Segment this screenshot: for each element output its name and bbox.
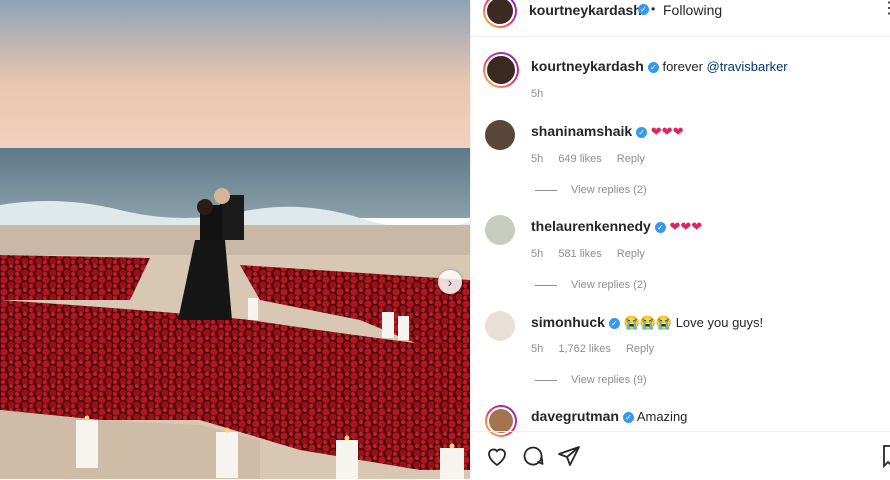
post-detail-panel: kourtneykardash ✓ • Following ⋮ kourtney… bbox=[470, 0, 890, 479]
comment-time: 5h bbox=[531, 153, 544, 165]
caption-time: 5h bbox=[531, 88, 544, 100]
comment-likes[interactable]: 649 likes bbox=[558, 153, 601, 165]
avatar[interactable] bbox=[483, 0, 517, 28]
avatar[interactable] bbox=[483, 52, 519, 88]
reply-button[interactable]: Reply bbox=[626, 343, 654, 355]
comment-icon[interactable] bbox=[521, 444, 545, 468]
comment-meta: 5h 581 likes Reply bbox=[531, 248, 657, 260]
comment-meta: 5h 649 likes Reply bbox=[531, 153, 657, 165]
comment-username[interactable]: simonhuck bbox=[531, 314, 605, 330]
separator: • bbox=[651, 2, 656, 16]
divider bbox=[535, 284, 557, 286]
comment-username[interactable]: thelaurenkennedy bbox=[531, 218, 651, 234]
next-photo-button[interactable]: › bbox=[438, 270, 462, 294]
verified-icon: ✓ bbox=[636, 127, 648, 139]
comment-time: 5h bbox=[531, 248, 544, 260]
header-username[interactable]: kourtneykardash bbox=[529, 2, 642, 18]
comment-row: davegrutman ✓ Amazing bbox=[531, 408, 687, 424]
more-options-icon[interactable]: ⋮ bbox=[881, 0, 890, 18]
verified-icon: ✓ bbox=[608, 318, 620, 330]
comment-text: ❤❤❤ bbox=[669, 219, 703, 234]
chevron-right-icon: › bbox=[447, 274, 453, 290]
avatar[interactable] bbox=[485, 120, 515, 150]
share-icon[interactable] bbox=[557, 444, 581, 468]
avatar[interactable] bbox=[485, 215, 515, 245]
divider bbox=[535, 189, 557, 191]
avatar[interactable] bbox=[485, 311, 515, 341]
caption-username[interactable]: kourtneykardash bbox=[531, 58, 644, 74]
verified-icon: ✓ bbox=[647, 62, 659, 74]
comment-meta: 5h 1,762 likes Reply bbox=[531, 343, 666, 355]
comment-row: thelaurenkennedy ✓ ❤❤❤ bbox=[531, 218, 702, 235]
verified-icon: ✓ bbox=[654, 222, 666, 234]
comment-row: shaninamshaik ✓ ❤❤❤ bbox=[531, 123, 683, 140]
comment-likes[interactable]: 581 likes bbox=[558, 248, 601, 260]
divider bbox=[535, 379, 557, 381]
action-bar bbox=[471, 431, 890, 480]
bookmark-icon[interactable] bbox=[883, 444, 890, 468]
view-replies[interactable]: View replies (2) bbox=[535, 184, 647, 196]
view-replies[interactable]: View replies (9) bbox=[535, 374, 647, 386]
heart-icon[interactable] bbox=[485, 444, 509, 468]
post-header: kourtneykardash ✓ • Following ⋮ bbox=[471, 0, 890, 37]
comment-time: 5h bbox=[531, 343, 544, 355]
comment-likes[interactable]: 1,762 likes bbox=[558, 343, 611, 355]
verified-icon: ✓ bbox=[638, 4, 649, 15]
comment-username[interactable]: davegrutman bbox=[531, 408, 619, 424]
comment-text: Amazing bbox=[636, 409, 688, 424]
comment-text: 😭😭😭 Love you guys! bbox=[623, 315, 764, 330]
view-replies[interactable]: View replies (2) bbox=[535, 279, 647, 291]
post-photo[interactable] bbox=[0, 0, 470, 479]
caption-text: forever bbox=[662, 59, 707, 74]
reply-button[interactable]: Reply bbox=[617, 248, 645, 260]
comment-text: ❤❤❤ bbox=[650, 124, 684, 139]
caption-mention[interactable]: @travisbarker bbox=[707, 59, 788, 74]
comment-row: simonhuck ✓ 😭😭😭 Love you guys! bbox=[531, 314, 763, 331]
follow-status[interactable]: Following bbox=[663, 2, 722, 18]
caption: kourtneykardash ✓ forever @travisbarker bbox=[531, 58, 788, 74]
reply-button[interactable]: Reply bbox=[617, 153, 645, 165]
verified-icon: ✓ bbox=[622, 412, 634, 424]
comment-username[interactable]: shaninamshaik bbox=[531, 123, 632, 139]
